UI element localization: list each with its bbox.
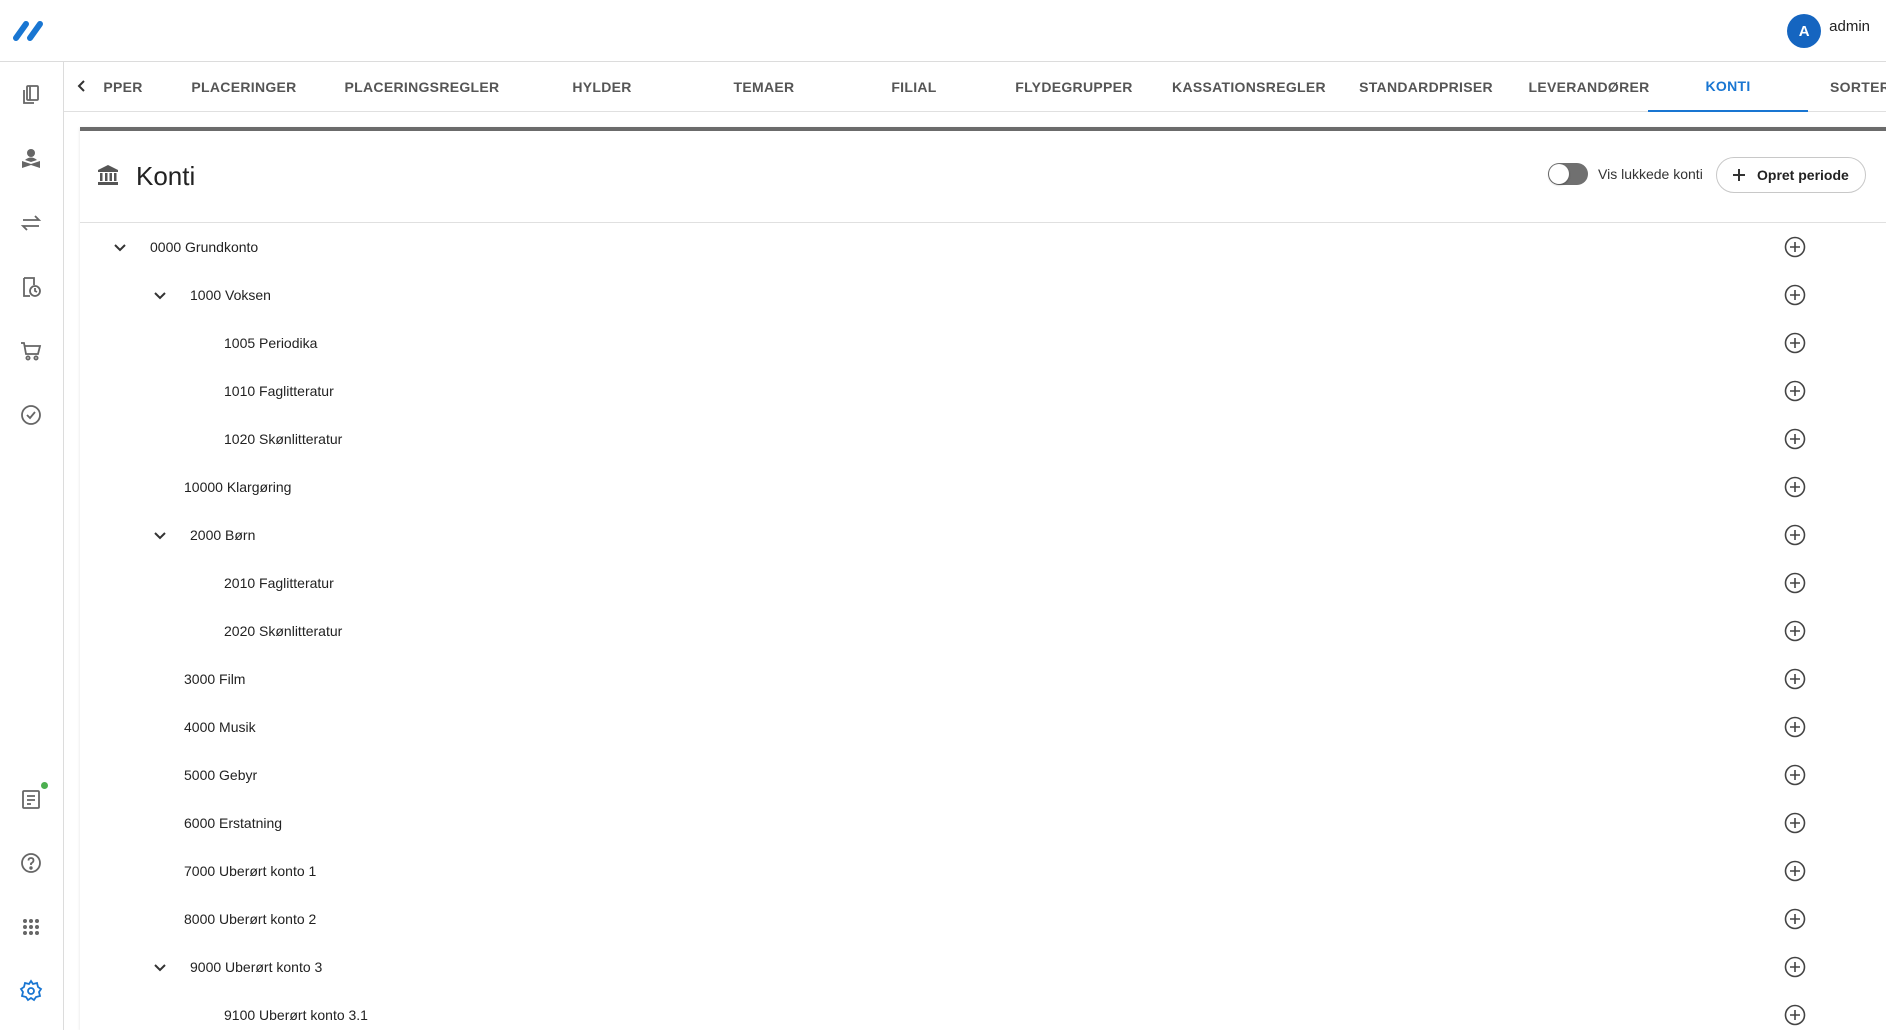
user-menu[interactable]: A admin <box>1787 14 1870 48</box>
tree-row-label: 2010 Faglitteratur <box>224 575 334 591</box>
sidebar <box>0 62 64 1030</box>
tree-row[interactable]: 2010 Faglitteratur <box>80 559 1886 607</box>
top-bar: A admin <box>0 0 1886 62</box>
add-circle-icon[interactable] <box>1782 906 1808 932</box>
tree-row[interactable]: 3000 Film <box>80 655 1886 703</box>
tree-row[interactable]: 4000 Musik <box>80 703 1886 751</box>
add-circle-icon[interactable] <box>1782 666 1808 692</box>
cart-icon[interactable] <box>18 338 44 364</box>
avatar[interactable]: A <box>1787 14 1822 48</box>
tab-standardpriser[interactable]: STANDARDPRISER <box>1336 62 1516 112</box>
add-circle-icon[interactable] <box>1782 858 1808 884</box>
add-circle-icon[interactable] <box>1782 474 1808 500</box>
tree-row-label: 10000 Klargøring <box>184 479 292 495</box>
tree-row-label: 1005 Periodika <box>224 335 318 351</box>
tree-row[interactable]: 5000 Gebyr <box>80 751 1886 799</box>
add-circle-icon[interactable] <box>1782 762 1808 788</box>
add-circle-icon[interactable] <box>1782 522 1808 548</box>
tree-row-label: 8000 Uberørt konto 2 <box>184 911 317 927</box>
settings-icon[interactable] <box>18 978 44 1004</box>
apps-icon[interactable] <box>18 914 44 940</box>
tab-grupper[interactable]: PPER <box>98 62 148 112</box>
tree-row[interactable]: 10000 Klargøring <box>80 463 1886 511</box>
history-icon[interactable] <box>18 274 44 300</box>
app-logo-icon[interactable] <box>12 18 52 44</box>
tab-placeringer[interactable]: PLACERINGER <box>174 62 314 112</box>
chevron-down-icon[interactable] <box>108 235 132 259</box>
card-header: Konti Vis lukkede konti Opret periode <box>80 131 1886 223</box>
tree-row-label: 4000 Musik <box>184 719 256 735</box>
add-circle-icon[interactable] <box>1782 1002 1808 1028</box>
tree-row-label: 1010 Faglitteratur <box>224 383 334 399</box>
tree-row[interactable]: 2020 Skønlitteratur <box>80 607 1886 655</box>
tab-sorter[interactable]: SORTER <box>1830 62 1886 112</box>
reader-icon[interactable] <box>18 146 44 172</box>
tree-row[interactable]: 1020 Skønlitteratur <box>80 415 1886 463</box>
add-circle-icon[interactable] <box>1782 234 1808 260</box>
tab-filial[interactable]: FILIAL <box>879 62 949 112</box>
page-title: Konti <box>136 161 196 191</box>
tree-row-label: 6000 Erstatning <box>184 815 283 831</box>
user-name: admin <box>1829 17 1870 35</box>
add-circle-icon[interactable] <box>1782 426 1808 452</box>
add-circle-icon[interactable] <box>1782 618 1808 644</box>
tree-row-label: 9100 Uberørt konto 3.1 <box>224 1007 368 1023</box>
tree-row[interactable]: 2000 Børn <box>80 511 1886 559</box>
add-circle-icon[interactable] <box>1782 570 1808 596</box>
account-tree: 0000 Grundkonto 1000 Voksen 1005 Periodika… <box>80 223 1886 1030</box>
show-closed-label: Vis lukkede konti <box>1598 166 1703 182</box>
tab-temaer[interactable]: TEMAER <box>719 62 809 112</box>
add-circle-icon[interactable] <box>1782 282 1808 308</box>
create-period-label: Opret periode <box>1757 167 1849 183</box>
toggle-knob <box>1549 164 1569 184</box>
swap-icon[interactable] <box>18 210 44 236</box>
tab-konti[interactable]: KONTI <box>1648 62 1808 112</box>
chevron-down-icon[interactable] <box>148 523 172 547</box>
tree-row-label: 1020 Skønlitteratur <box>224 431 343 447</box>
tab-kassationsregler[interactable]: KASSATIONSREGLER <box>1154 62 1344 112</box>
chevron-down-icon[interactable] <box>148 955 172 979</box>
tree-row[interactable]: 1005 Periodika <box>80 319 1886 367</box>
help-icon[interactable] <box>18 850 44 876</box>
tab-bar: PPER PLACERINGER PLACERINGSREGLER HYLDER… <box>64 62 1886 112</box>
add-circle-icon[interactable] <box>1782 378 1808 404</box>
tree-row-label: 7000 Uberørt konto 1 <box>184 863 317 879</box>
add-circle-icon[interactable] <box>1782 954 1808 980</box>
tree-row[interactable]: 9100 Uberørt konto 3.1 <box>80 991 1886 1030</box>
plus-icon <box>1733 169 1745 181</box>
tree-row-label: 2000 Børn <box>190 527 256 543</box>
show-closed-toggle-wrap: Vis lukkede konti <box>1548 163 1703 185</box>
tree-row[interactable]: 1010 Faglitteratur <box>80 367 1886 415</box>
tree-row[interactable]: 1000 Voksen <box>80 271 1886 319</box>
tree-row[interactable]: 7000 Uberørt konto 1 <box>80 847 1886 895</box>
konti-card: Konti Vis lukkede konti Opret periode 00… <box>80 127 1886 1030</box>
create-period-button[interactable]: Opret periode <box>1716 157 1866 193</box>
tab-placeringsregler[interactable]: PLACERINGSREGLER <box>332 62 512 112</box>
notification-dot <box>41 782 48 789</box>
tab-scroll-left-button[interactable] <box>68 72 96 100</box>
copy-icon[interactable] <box>18 82 44 108</box>
tree-row[interactable]: 0000 Grundkonto <box>80 223 1886 271</box>
tree-row-label: 0000 Grundkonto <box>150 239 259 255</box>
tree-row[interactable]: 9000 Uberørt konto 3 <box>80 943 1886 991</box>
tab-hylder[interactable]: HYLDER <box>562 62 642 112</box>
show-closed-toggle[interactable] <box>1548 163 1588 185</box>
tab-flydegrupper[interactable]: FLYDEGRUPPER <box>994 62 1154 112</box>
tree-row-label: 2020 Skønlitteratur <box>224 623 343 639</box>
add-circle-icon[interactable] <box>1782 810 1808 836</box>
tree-row[interactable]: 6000 Erstatning <box>80 799 1886 847</box>
report-icon[interactable] <box>18 782 48 812</box>
bank-icon <box>98 165 118 185</box>
tree-row-label: 9000 Uberørt konto 3 <box>190 959 323 975</box>
chevron-left-icon <box>77 80 85 92</box>
add-circle-icon[interactable] <box>1782 330 1808 356</box>
check-circle-icon[interactable] <box>18 402 44 428</box>
tree-row-label: 1000 Voksen <box>190 287 271 303</box>
tree-row[interactable]: 8000 Uberørt konto 2 <box>80 895 1886 943</box>
tree-row-label: 3000 Film <box>184 671 246 687</box>
chevron-down-icon[interactable] <box>148 283 172 307</box>
tree-row-label: 5000 Gebyr <box>184 767 258 783</box>
add-circle-icon[interactable] <box>1782 714 1808 740</box>
